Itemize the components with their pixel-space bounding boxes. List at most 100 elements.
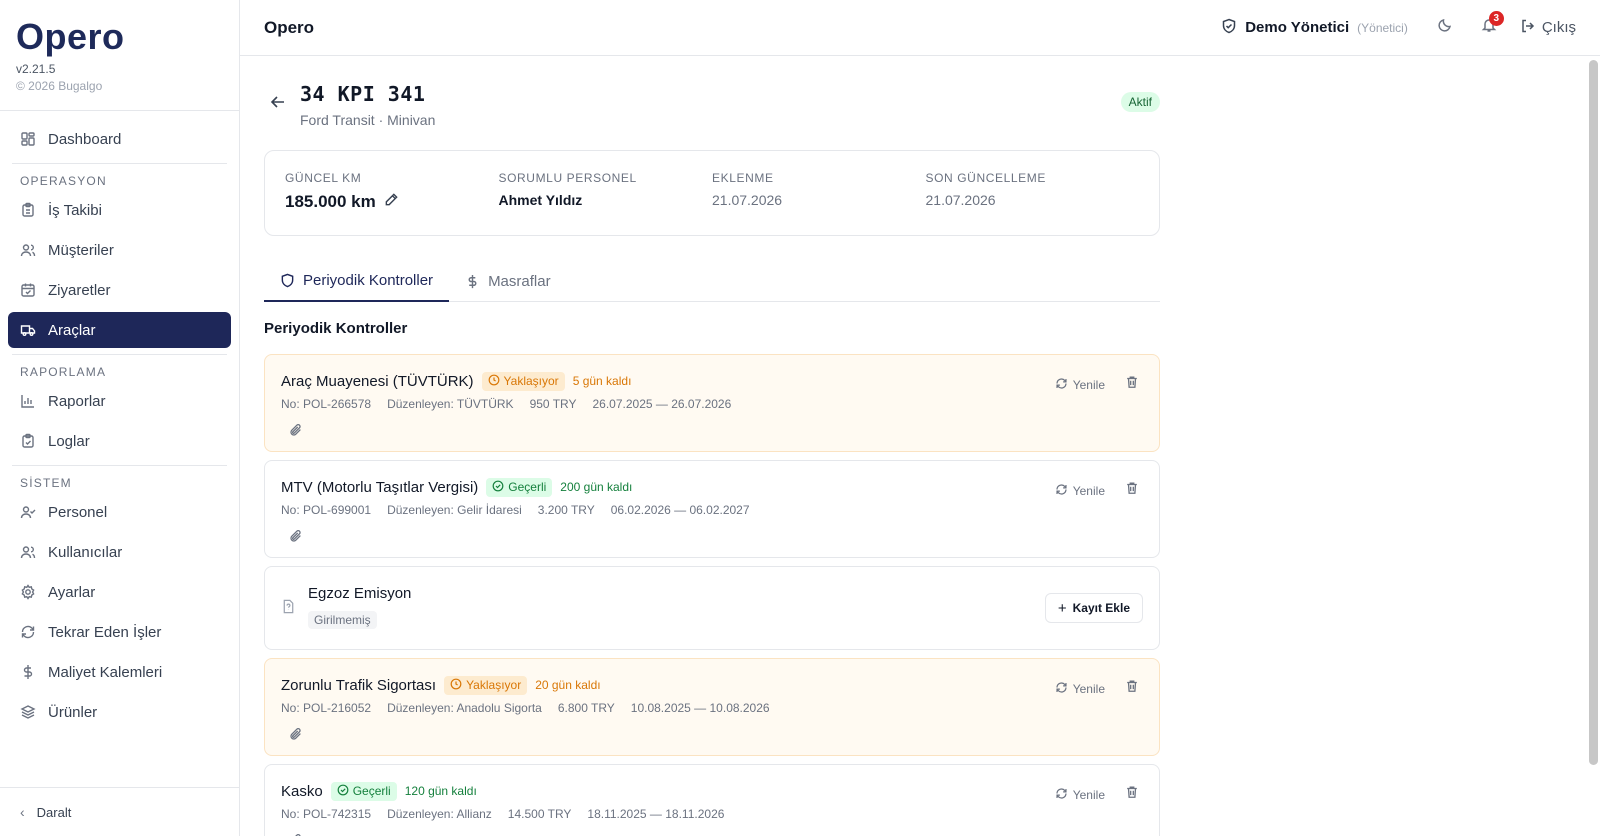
stat-responsible-staff: SORUMLU PERSONEL Ahmet Yıldız <box>499 171 713 215</box>
card-meta: No: POL-266578 Düzenleyen: TÜVTÜRK 950 T… <box>281 397 1143 411</box>
plus-icon: + <box>1057 599 1067 617</box>
main-content: 34 KPI 341 Ford Transit · Minivan Aktif … <box>240 56 1600 836</box>
days-remaining: 120 gün kaldı <box>404 784 477 798</box>
card-meta: No: POL-216052 Düzenleyen: Anadolu Sigor… <box>281 701 1143 715</box>
back-button[interactable] <box>264 90 292 118</box>
sidebar-item-personel[interactable]: Personel <box>8 494 231 530</box>
pencil-icon <box>384 192 399 212</box>
sidebar-item-maliyet-kalemleri[interactable]: Maliyet Kalemleri <box>8 654 231 690</box>
shield-icon <box>280 273 295 288</box>
status-badge: Yaklaşıyor <box>481 371 565 391</box>
sidebar-nav: Dashboard OPERASYON İş Takibi Müşteriler… <box>0 111 239 730</box>
card-title: Egzoz Emisyon <box>308 585 412 602</box>
top-header: Opero Demo Yönetici (Yönetici) 3 Çıkış <box>240 0 1600 56</box>
days-remaining: 5 gün kaldı <box>572 374 632 388</box>
renew-button[interactable]: Yenile <box>1055 377 1105 393</box>
sidebar-item-tekrar-eden-isler[interactable]: Tekrar Eden İşler <box>8 614 231 650</box>
card-title: MTV (Motorlu Taşıtlar Vergisi) <box>281 478 479 496</box>
clock-icon <box>488 374 504 389</box>
stat-label: SORUMLU PERSONEL <box>498 171 637 185</box>
stat-label: GÜNCEL KM <box>285 171 362 185</box>
logo[interactable]: Opero <box>16 18 223 56</box>
user-check-icon <box>20 504 36 520</box>
section-heading-system: SİSTEM <box>20 476 72 490</box>
clipboard-check-icon <box>20 433 36 449</box>
status-badge: Girilmemiş <box>308 611 377 629</box>
renew-button[interactable]: Yenile <box>1055 787 1105 803</box>
attachment-button[interactable] <box>281 423 1143 451</box>
divider <box>12 354 227 355</box>
card-header: MTV (Motorlu Taşıtlar Vergisi) Geçerli 2… <box>281 477 1143 497</box>
theme-toggle-button[interactable] <box>1430 13 1460 43</box>
renew-button[interactable]: Yenile <box>1055 681 1105 697</box>
attachment-button[interactable] <box>281 727 1143 755</box>
notifications-button[interactable]: 3 <box>1474 10 1504 43</box>
trash-icon <box>1125 375 1139 394</box>
stat-value: 21.07.2026 <box>712 192 783 208</box>
stat-label: EKLENME <box>712 171 774 185</box>
tab-periodic-checks[interactable]: Periyodik Kontroller <box>264 260 450 302</box>
sidebar-item-urunler[interactable]: Ürünler <box>8 694 231 730</box>
logout-button[interactable]: Çıkış <box>1520 18 1576 38</box>
gear-icon <box>20 584 36 600</box>
issuer: Düzenleyen: Gelir İdaresi <box>387 503 522 517</box>
card-title: Kasko <box>281 782 323 800</box>
delete-button[interactable] <box>1125 785 1139 804</box>
sidebar-item-ziyaretler[interactable]: Ziyaretler <box>8 272 231 308</box>
vehicle-model: Ford Transit · Minivan <box>300 112 436 128</box>
sidebar-item-is-takibi[interactable]: İş Takibi <box>8 192 231 228</box>
delete-button[interactable] <box>1125 679 1139 698</box>
sidebar-item-label: Loglar <box>48 432 90 450</box>
delete-button[interactable] <box>1125 375 1139 394</box>
sidebar-item-araclar[interactable]: Araçlar <box>8 312 231 348</box>
sidebar-item-label: Dashboard <box>48 130 122 148</box>
sidebar-item-loglar[interactable]: Loglar <box>8 423 231 459</box>
periodic-check-card: Zorunlu Trafik Sigortası Yaklaşıyor 20 g… <box>264 658 1160 756</box>
moon-icon <box>1437 17 1453 38</box>
validity-period: 26.07.2025 — 26.07.2026 <box>592 397 732 411</box>
vehicle-header: 34 KPI 341 Ford Transit · Minivan Aktif <box>264 82 1160 140</box>
users-icon <box>20 544 36 560</box>
refresh-icon <box>1055 377 1073 393</box>
refresh-icon <box>20 624 36 640</box>
sidebar-item-label: Tekrar Eden İşler <box>48 623 162 641</box>
calendar-icon <box>20 282 36 298</box>
amount: 3.200 TRY <box>537 503 595 517</box>
document-question-icon <box>281 599 296 614</box>
validity-period: 18.11.2025 — 18.11.2026 <box>587 807 725 821</box>
stat-value: 21.07.2026 <box>925 192 996 208</box>
sidebar-item-ayarlar[interactable]: Ayarlar <box>8 574 231 610</box>
check-circle-icon <box>492 480 508 495</box>
tab-label: Periyodik Kontroller <box>303 271 434 289</box>
tab-expenses[interactable]: Masraflar <box>449 260 567 302</box>
policy-number: No: POL-742315 <box>281 807 372 821</box>
add-record-button[interactable]: + Kayıt Ekle <box>1044 593 1143 623</box>
refresh-icon <box>1055 681 1073 697</box>
sidebar-item-label: Raporlar <box>48 392 106 410</box>
periodic-check-card: Araç Muayenesi (TÜVTÜRK) Yaklaşıyor 5 gü… <box>264 354 1160 452</box>
sidebar-item-musteriler[interactable]: Müşteriler <box>8 232 231 268</box>
scrollbar[interactable] <box>1589 60 1598 765</box>
card-header: Zorunlu Trafik Sigortası Yaklaşıyor 20 g… <box>281 675 1143 695</box>
paperclip-icon <box>289 727 303 746</box>
collapse-label: Daralt <box>36 804 72 820</box>
status-badge: Geçerli <box>330 781 397 801</box>
sidebar-item-label: Personel <box>48 503 108 521</box>
renew-button[interactable]: Yenile <box>1055 483 1105 499</box>
collapse-sidebar-button[interactable]: ‹ Daralt <box>0 787 239 836</box>
sidebar-item-raporlar[interactable]: Raporlar <box>8 383 231 419</box>
section-heading-operation: OPERASYON <box>20 174 107 188</box>
user-name: Demo Yönetici <box>1245 19 1350 36</box>
sidebar-item-dashboard[interactable]: Dashboard <box>8 121 231 157</box>
user-role: (Yönetici) <box>1357 20 1408 35</box>
card-title: Araç Muayenesi (TÜVTÜRK) <box>281 372 474 390</box>
card-actions: Yenile <box>1055 679 1139 698</box>
renew-label: Yenile <box>1072 377 1105 392</box>
sidebar-item-label: Ürünler <box>48 703 98 721</box>
header-actions: Demo Yönetici (Yönetici) 3 Çıkış <box>1221 10 1576 43</box>
delete-button[interactable] <box>1125 481 1139 500</box>
sidebar-item-kullanicilar[interactable]: Kullanıcılar <box>8 534 231 570</box>
vehicle-plate: 34 KPI 341 <box>300 82 426 106</box>
edit-km-button[interactable] <box>384 192 399 212</box>
attachment-button[interactable] <box>281 529 1143 557</box>
